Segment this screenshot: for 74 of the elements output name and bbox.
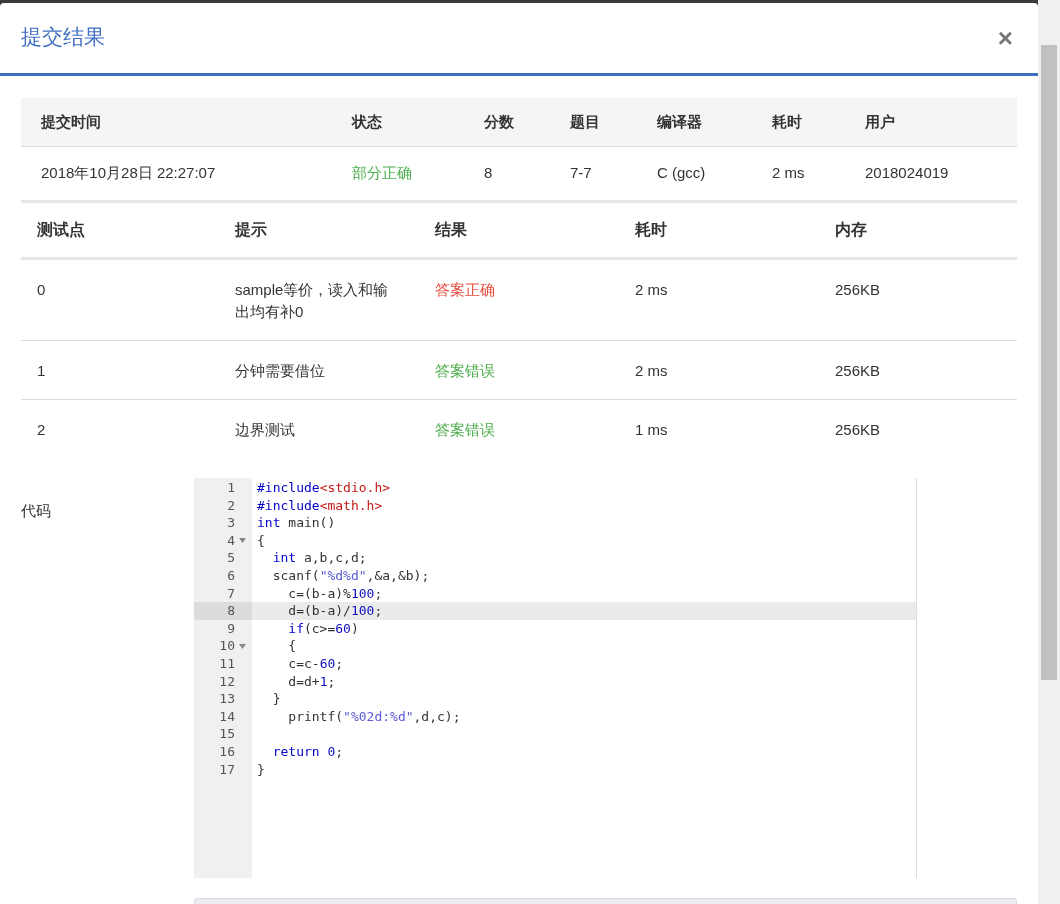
code-line: { bbox=[287, 637, 297, 656]
fold-caret-icon[interactable] bbox=[238, 643, 246, 649]
line-number: 1 bbox=[226, 479, 235, 498]
line-number: 6 bbox=[226, 567, 235, 585]
table-cell-text: C (gcc) bbox=[657, 163, 707, 184]
table-cell-text: 0 bbox=[37, 280, 47, 300]
code-line: } bbox=[271, 690, 281, 709]
line-number: 12 bbox=[218, 672, 235, 691]
table-cell-text: 7-7 bbox=[570, 163, 593, 184]
table-cell-text: sample等价，读入和输出均有补0 bbox=[235, 280, 390, 322]
code-line: c=(b-a)%100; bbox=[287, 584, 383, 603]
line-number: 11 bbox=[218, 655, 235, 673]
table-cell-text: 1 ms bbox=[635, 420, 669, 440]
table-cell-text: 分钟需要借位 bbox=[235, 361, 326, 381]
table-cell-text: 256KB bbox=[835, 361, 882, 381]
code-line: d=d+1; bbox=[287, 672, 336, 691]
scrollbar[interactable] bbox=[1038, 0, 1060, 904]
table-cell-text: 边界测试 bbox=[235, 420, 296, 440]
close-button[interactable]: × bbox=[993, 25, 1017, 51]
table-cell-text: 256KB bbox=[835, 280, 882, 300]
line-number: 16 bbox=[218, 742, 235, 761]
code-line: #include<stdio.h> bbox=[257, 479, 391, 498]
column-header: 提交时间 bbox=[41, 111, 102, 132]
column-header: 状态 bbox=[352, 111, 383, 132]
line-number: 10 bbox=[218, 637, 235, 656]
code-line: return 0; bbox=[271, 742, 344, 761]
line-number: 5 bbox=[226, 549, 235, 568]
line-number: 17 bbox=[218, 760, 235, 779]
dialog-title: 提交结果 bbox=[21, 24, 105, 52]
column-header: 结果 bbox=[435, 220, 468, 240]
code-line: #include<math.h> bbox=[257, 496, 383, 515]
table-cell-text: 2 ms bbox=[635, 361, 669, 381]
code-line: int a,b,c,d; bbox=[271, 549, 367, 568]
line-number: 14 bbox=[218, 707, 235, 726]
line-number: 7 bbox=[226, 584, 235, 603]
line-number: 13 bbox=[218, 690, 235, 709]
line-number: 2 bbox=[226, 496, 235, 515]
column-header: 耗时 bbox=[635, 220, 668, 240]
code-line: c=c-60; bbox=[287, 655, 344, 673]
column-header: 提示 bbox=[235, 220, 268, 240]
code-line: { bbox=[257, 531, 265, 550]
line-number: 15 bbox=[218, 725, 235, 744]
status-text: 部分正确 bbox=[352, 163, 413, 184]
line-number: 4 bbox=[226, 531, 235, 550]
result-text: 答案正确 bbox=[435, 280, 496, 300]
scrollbar-thumb[interactable] bbox=[1041, 45, 1057, 680]
column-header: 题目 bbox=[570, 111, 601, 132]
table-cell-text: 1 bbox=[37, 361, 47, 381]
code-line: int main() bbox=[257, 514, 336, 533]
table-cell-text: 256KB bbox=[835, 420, 882, 440]
table-cell-text: 2 bbox=[37, 420, 47, 440]
column-header: 测试点 bbox=[37, 220, 86, 240]
code-line: d=(b-a)/100; bbox=[287, 602, 383, 621]
column-header: 耗时 bbox=[772, 111, 803, 132]
column-header: 用户 bbox=[865, 111, 896, 132]
column-header: 分数 bbox=[484, 111, 515, 132]
code-label: 代码 bbox=[21, 501, 52, 521]
table-cell-text: 8 bbox=[484, 163, 494, 184]
line-number: 3 bbox=[226, 514, 235, 533]
fold-caret-icon[interactable] bbox=[238, 538, 246, 544]
table-cell-text: 2 ms bbox=[635, 280, 669, 300]
result-text: 答案错误 bbox=[435, 361, 496, 381]
code-line: printf("%02d:%d",d,c); bbox=[287, 707, 461, 726]
line-number: 8 bbox=[226, 602, 235, 621]
line-number: 9 bbox=[226, 619, 235, 638]
column-header: 编译器 bbox=[657, 111, 703, 132]
table-cell-text: 2 ms bbox=[772, 163, 806, 184]
column-header: 内存 bbox=[835, 220, 868, 240]
table-cell-text: 2018年10月28日 22:27:07 bbox=[41, 163, 217, 184]
result-text: 答案错误 bbox=[435, 420, 496, 440]
code-line: if(c>=60) bbox=[287, 619, 359, 638]
code-line: scanf("%d%d",&a,&b); bbox=[271, 567, 430, 585]
code-line: } bbox=[257, 760, 265, 779]
table-cell-text: 2018024019 bbox=[865, 163, 950, 184]
